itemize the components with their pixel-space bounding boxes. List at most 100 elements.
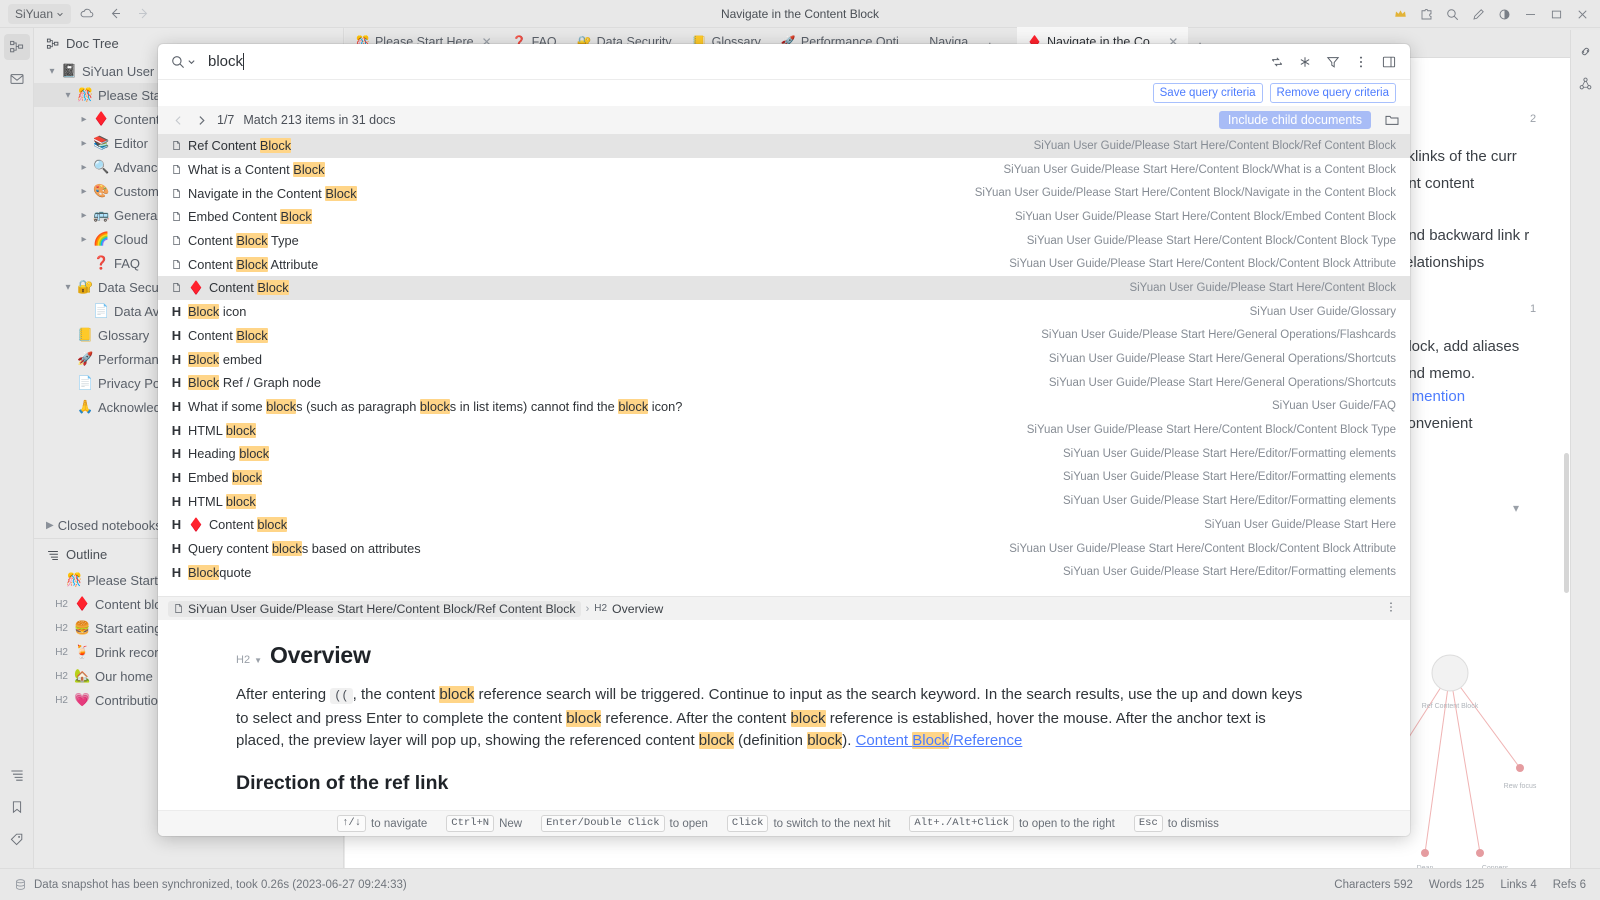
search-mode-toggle[interactable] bbox=[170, 54, 196, 70]
preview-link[interactable]: Content Block bbox=[856, 732, 949, 750]
preview-link[interactable]: /Reference bbox=[949, 732, 1022, 749]
hint-text: New bbox=[499, 817, 523, 830]
hint-key: ↑/↓ bbox=[337, 815, 367, 832]
document-icon bbox=[175, 604, 182, 613]
search-result-row[interactable]: Ref Content Block SiYuan User Guide/Pleas… bbox=[158, 134, 1410, 158]
document-icon bbox=[168, 139, 185, 152]
twisty-icon[interactable]: ▸ bbox=[76, 162, 92, 173]
search-result-row[interactable]: H Block embed SiYuan User Guide/Please Sta… bbox=[158, 347, 1410, 371]
search-result-path: SiYuan User Guide/Please Start Here/Cont… bbox=[1015, 210, 1396, 223]
dock-outline-button[interactable] bbox=[4, 762, 30, 788]
theme-contrast-icon[interactable] bbox=[1492, 3, 1516, 25]
search-result-row[interactable]: H ♦️ Content block SiYuan User Guide/Please… bbox=[158, 513, 1410, 537]
search-icon[interactable] bbox=[1440, 3, 1464, 25]
pencil-icon[interactable] bbox=[1466, 3, 1490, 25]
search-result-row[interactable]: H Heading block SiYuan User Guide/Please S… bbox=[158, 442, 1410, 466]
dock-doc-tree-button[interactable] bbox=[3, 34, 30, 60]
dock-tag-button[interactable] bbox=[4, 826, 30, 852]
right-dock bbox=[1570, 30, 1600, 868]
search-icon bbox=[172, 55, 184, 68]
dock-inbox-button[interactable] bbox=[4, 66, 30, 92]
heading-level-badge: H2 bbox=[55, 598, 68, 610]
search-input[interactable]: block bbox=[196, 53, 1264, 70]
breadcrumb-heading-label: Overview bbox=[612, 601, 664, 616]
dock-graph-button[interactable] bbox=[1573, 70, 1599, 96]
collapse-triangle-icon[interactable]: ▼ bbox=[254, 656, 262, 665]
layout-panel-icon[interactable] bbox=[1376, 49, 1402, 75]
page-indicator: 1/7 bbox=[217, 113, 235, 127]
search-result-row[interactable]: Content Block Type SiYuan User Guide/Plea… bbox=[158, 229, 1410, 253]
puzzle-icon[interactable] bbox=[1414, 3, 1438, 25]
search-result-row[interactable]: ♦️ Content Block SiYuan User Guide/Please … bbox=[158, 276, 1410, 300]
search-result-row[interactable]: H What if some blocks (such as paragraph … bbox=[158, 395, 1410, 419]
save-query-criteria-button[interactable]: Save query criteria bbox=[1152, 83, 1263, 103]
twisty-icon[interactable]: ▸ bbox=[76, 234, 92, 245]
more-vertical-icon[interactable] bbox=[1384, 600, 1398, 617]
twisty-icon[interactable]: ▾ bbox=[60, 90, 76, 101]
bg-text-4: block, add aliases bbox=[1400, 338, 1520, 355]
graph-label-1: Rew focus bbox=[1504, 783, 1537, 790]
minimize-window-icon[interactable] bbox=[1518, 3, 1542, 25]
search-result-row[interactable]: H Block Ref / Graph node SiYuan User Guide… bbox=[158, 371, 1410, 395]
keyboard-hint: Click to switch to the next hit bbox=[726, 815, 890, 832]
keyboard-hints-footer: ↑/↓ to navigate Ctrl+N New Enter/Double Clic… bbox=[158, 810, 1410, 836]
workspace-switcher-button[interactable]: SiYuan bbox=[8, 3, 72, 24]
search-result-row[interactable]: H Blockquote SiYuan User Guide/Please Star… bbox=[158, 560, 1410, 584]
preview-heading-row: H2 ▼ Overview bbox=[236, 642, 1370, 669]
search-result-path: SiYuan User Guide/Please Start Here/Cont… bbox=[1003, 163, 1396, 176]
doc-emoji-icon: 🙏 bbox=[77, 399, 94, 414]
twisty-icon[interactable]: ▾ bbox=[60, 282, 76, 293]
next-page-button[interactable] bbox=[191, 110, 211, 130]
dock-bookmark-button[interactable] bbox=[4, 794, 30, 820]
chevron-down-icon[interactable]: ▾ bbox=[1513, 501, 1519, 515]
search-result-path: SiYuan User Guide/Please Start Here/Gene… bbox=[1048, 353, 1396, 366]
asterisk-icon[interactable] bbox=[1292, 49, 1318, 75]
twisty-icon[interactable]: ▸ bbox=[76, 114, 92, 125]
maximize-window-icon[interactable] bbox=[1544, 3, 1568, 25]
search-result-row[interactable]: H Embed block SiYuan User Guide/Please Sta… bbox=[158, 466, 1410, 490]
heading-icon: H bbox=[171, 469, 182, 485]
twisty-icon[interactable]: ▸ bbox=[76, 210, 92, 221]
twisty-icon[interactable]: ▾ bbox=[44, 66, 60, 77]
dock-backlinks-button[interactable] bbox=[1573, 38, 1599, 64]
search-result-row[interactable]: Embed Content Block SiYuan User Guide/Ple… bbox=[158, 205, 1410, 229]
search-result-path: SiYuan User Guide/Glossary bbox=[1249, 305, 1396, 318]
breadcrumb-doc-chip[interactable]: SiYuan User Guide/Please Start Here/Cont… bbox=[168, 600, 581, 617]
more-vertical-icon[interactable] bbox=[1348, 49, 1374, 75]
doc-emoji-icon: 🚀 bbox=[77, 351, 94, 366]
twisty-icon[interactable]: ▸ bbox=[76, 138, 92, 149]
remove-query-criteria-button[interactable]: Remove query criteria bbox=[1269, 83, 1396, 103]
outline-emoji-icon: 🎊 bbox=[66, 572, 83, 587]
search-result-row[interactable]: H Content Block SiYuan User Guide/Please S… bbox=[158, 324, 1410, 348]
close-window-icon[interactable] bbox=[1570, 3, 1594, 25]
cloud-icon[interactable] bbox=[75, 3, 99, 25]
filter-icon[interactable] bbox=[1320, 49, 1346, 75]
navigate-back-icon[interactable] bbox=[103, 3, 127, 25]
keyboard-hint: ↑/↓ to navigate bbox=[337, 815, 427, 832]
heading-icon: H bbox=[171, 304, 182, 320]
outline-item-label: Drink record bbox=[95, 644, 166, 660]
search-result-row[interactable]: Content Block Attribute SiYuan User Guide… bbox=[158, 252, 1410, 276]
search-result-row[interactable]: H HTML block SiYuan User Guide/Please Star… bbox=[158, 489, 1410, 513]
replace-icon[interactable] bbox=[1264, 49, 1290, 75]
breadcrumb[interactable]: SiYuan User Guide/Please Start Here/Cont… bbox=[168, 600, 664, 617]
crown-icon[interactable] bbox=[1388, 3, 1412, 25]
navigate-forward-icon[interactable] bbox=[131, 3, 155, 25]
search-result-path: SiYuan User Guide/Please Start Here/Cont… bbox=[1129, 281, 1396, 294]
search-result-row[interactable]: H Block icon SiYuan User Guide/Glossary bbox=[158, 300, 1410, 324]
document-icon bbox=[168, 234, 185, 247]
document-icon bbox=[168, 163, 185, 176]
editor-scrollbar[interactable] bbox=[1564, 453, 1569, 593]
search-result-row[interactable]: H Query content blocks based on attribute… bbox=[158, 537, 1410, 561]
include-child-documents-button[interactable]: Include child documents bbox=[1218, 111, 1371, 129]
prev-page-button[interactable] bbox=[168, 110, 188, 130]
search-results-list[interactable]: Ref Content Block SiYuan User Guide/Pleas… bbox=[158, 134, 1410, 596]
folder-icon[interactable] bbox=[1384, 112, 1400, 128]
search-result-row[interactable]: H HTML block SiYuan User Guide/Please Star… bbox=[158, 418, 1410, 442]
search-result-title: Embed Content Block bbox=[188, 209, 312, 225]
search-result-path: SiYuan User Guide/Please Start Here/Edit… bbox=[1062, 447, 1396, 460]
heading-level-badge: H2 bbox=[55, 694, 68, 706]
twisty-icon[interactable]: ▸ bbox=[76, 186, 92, 197]
search-result-row[interactable]: Navigate in the Content Block SiYuan User… bbox=[158, 181, 1410, 205]
search-result-row[interactable]: What is a Content Block SiYuan User Guide… bbox=[158, 158, 1410, 182]
